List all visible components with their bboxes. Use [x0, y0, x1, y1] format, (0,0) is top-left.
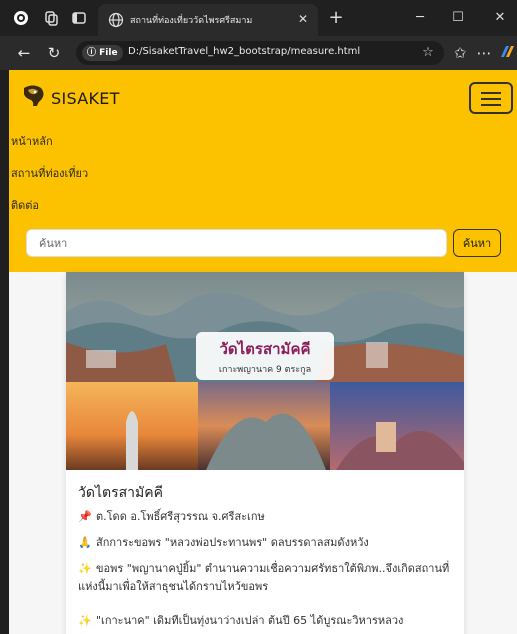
card-title: วัดไตรสามัคคี	[78, 485, 163, 501]
card-location: 📌 ต.โดด อ.โพธิ์ศรีสุวรรณ จ.ศรีสะเกษ	[78, 508, 456, 526]
menu-icon	[481, 92, 501, 94]
temple-collage-image: วัดไตรสามัคคี เกาะพญานาค 9 ตระกูล	[66, 272, 464, 470]
navbar-toggler[interactable]	[469, 82, 513, 114]
banner-title: วัดไตรสามัคคี	[219, 339, 310, 358]
close-icon[interactable]: ✕	[294, 10, 312, 28]
file-chip[interactable]: ⓘ File	[82, 45, 123, 61]
reload-icon[interactable]: ↻	[44, 43, 64, 63]
maximize-icon[interactable]: ☐	[448, 8, 468, 28]
star-icon[interactable]: ☆	[418, 43, 438, 63]
address-bar: ← ↻ ⓘ File D:/SisaketTravel_hw2_bootstra…	[0, 36, 517, 70]
window-close-icon[interactable]: ✕	[490, 8, 510, 28]
copilot-icon[interactable]	[497, 43, 517, 63]
nav-link-contact[interactable]: ติดต่อ	[11, 196, 39, 214]
attraction-card: วัดไตรสามัคคี เกาะพญานาค 9 ตระกูล วัดไตร…	[66, 272, 464, 634]
navbar: SISAKET หน้าหลัก สถานที่ท่องเที่ยว ติดต่…	[9, 70, 517, 272]
nav-link-attractions[interactable]: สถานที่ท่องเที่ยว	[11, 164, 88, 182]
nav-link-home[interactable]: หน้าหลัก	[11, 132, 53, 150]
tab-title: สถานที่ท่องเที่ยววัดไพรศรีสมาม	[130, 16, 253, 26]
search-button[interactable]: ค้นหา	[453, 229, 501, 257]
url-field[interactable]: ⓘ File D:/SisaketTravel_hw2_bootstrap/me…	[76, 41, 444, 65]
browser-tab-bar: สถานที่ท่องเที่ยววัดไพรศรีสมาม ✕ + ─ ☐ ✕	[0, 0, 517, 36]
favorites-icon[interactable]: ✩	[450, 43, 470, 63]
more-icon[interactable]: ⋯	[474, 43, 494, 63]
pray-icon: 🙏	[78, 536, 92, 549]
tab-actions-icon[interactable]	[70, 9, 88, 27]
back-icon[interactable]: ←	[14, 43, 34, 63]
card-text-blessing: 🙏 สักการะขอพร "หลวงพ่อประทานพร" ดลบรรดาลส…	[78, 534, 456, 552]
url-text: D:/SisaketTravel_hw2_bootstrap/measure.h…	[128, 46, 361, 57]
minimize-icon[interactable]: ─	[410, 8, 430, 28]
sparkle-icon: ✨	[78, 614, 92, 627]
elephant-logo-icon[interactable]	[19, 82, 47, 110]
brand-name[interactable]: SISAKET	[51, 89, 120, 108]
sparkle-icon: ✨	[78, 562, 92, 575]
globe-icon	[108, 12, 124, 28]
web-page: SISAKET หน้าหลัก สถานที่ท่องเที่ยว ติดต่…	[9, 70, 517, 634]
card-image: วัดไตรสามัคคี เกาะพญานาค 9 ตระกูล	[66, 272, 464, 470]
search-input[interactable]	[26, 229, 447, 257]
card-text-history: ✨ "เกาะนาค" เดิมทีเป็นทุ่งนาว่างเปล่า ต้น…	[78, 612, 456, 630]
info-icon: ⓘ	[87, 48, 97, 58]
card-text-naga: ✨ ขอพร "พญานาคปู่ยิ้ม" ตำนานความเชื่อความ…	[78, 562, 450, 593]
banner-subtitle: เกาะพญานาค 9 ตระกูล	[219, 365, 311, 375]
edge-icon[interactable]	[12, 9, 30, 27]
new-tab-button[interactable]: +	[326, 8, 346, 28]
pin-icon: 📌	[78, 510, 92, 523]
workspaces-icon[interactable]	[42, 9, 60, 27]
browser-tab[interactable]: สถานที่ท่องเที่ยววัดไพรศรีสมาม ✕	[98, 4, 318, 36]
